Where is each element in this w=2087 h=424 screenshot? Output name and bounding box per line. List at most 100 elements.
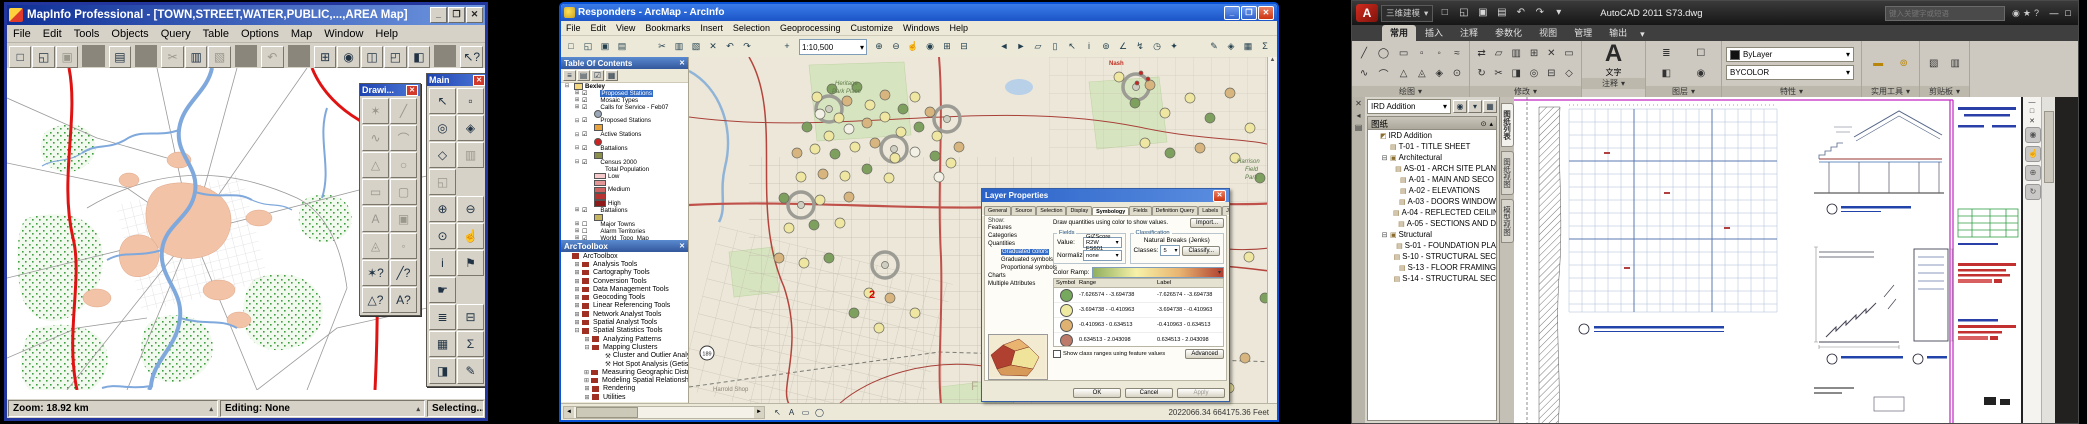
polyline-tool-icon[interactable]: ∿ bbox=[362, 125, 389, 151]
minimize-button[interactable]: _ bbox=[430, 7, 447, 23]
qat-undo-icon[interactable]: ↶ bbox=[1512, 5, 1529, 21]
hatch-tool-icon[interactable]: ▫ bbox=[1420, 48, 1424, 59]
dialog-tab[interactable]: Fields bbox=[1129, 206, 1151, 215]
toc-layer-row[interactable]: ⊞ ☑ Proposed Stations bbox=[561, 90, 688, 97]
expander-icon[interactable]: ⊟ bbox=[564, 83, 570, 89]
select-features-icon[interactable]: ▱ bbox=[1030, 38, 1046, 54]
spline-tool-icon[interactable]: ≈ bbox=[1454, 48, 1460, 59]
polygon-tool-icon[interactable]: △ bbox=[1400, 68, 1408, 79]
undo-icon[interactable]: ↶ bbox=[722, 38, 738, 54]
save-icon[interactable]: ▣ bbox=[597, 38, 613, 54]
favorites-icon[interactable]: ★ bbox=[2023, 8, 2031, 19]
object-color-combo[interactable]: ByLayer ▾ bbox=[1726, 47, 1854, 62]
drawing-vertical-scrollbar[interactable] bbox=[2041, 97, 2056, 423]
snapping-icon[interactable]: ◈ bbox=[1223, 38, 1239, 54]
infocenter-search-input[interactable] bbox=[1885, 6, 2005, 21]
help-pointer-icon[interactable]: ↖? bbox=[460, 46, 482, 68]
toc-layer-row[interactable]: ⊟ ☑ Battalions bbox=[561, 145, 688, 152]
pan-icon[interactable]: ☝ bbox=[905, 38, 921, 54]
class-row[interactable]: -7.626574 - -3.694738 -7.626574 - -3.694… bbox=[1054, 288, 1223, 303]
line-tool-icon[interactable]: ╱ bbox=[390, 98, 417, 124]
toolbox-item[interactable]: ⊞ Analyzing Patterns bbox=[561, 335, 688, 343]
draw-rectangle-icon[interactable]: ▭ bbox=[799, 406, 812, 418]
ruler-icon[interactable]: ⊟ bbox=[457, 304, 484, 330]
toolbar-button[interactable] bbox=[82, 45, 104, 67]
draw-select-icon[interactable]: ↖ bbox=[771, 406, 784, 418]
expander-icon[interactable]: ⊞ bbox=[574, 319, 580, 326]
drawing-sheet[interactable] bbox=[1514, 97, 2021, 424]
class-row[interactable]: 0.634513 - 2.043098 0.634513 - 2.043098 bbox=[1054, 333, 1223, 347]
scroll-right-icon[interactable]: ► bbox=[754, 407, 764, 418]
qat-save-icon[interactable]: ▣ bbox=[1474, 5, 1491, 21]
minimize-button[interactable]: — bbox=[2048, 8, 2060, 18]
zoom-icon[interactable]: ⊕ bbox=[2025, 165, 2041, 181]
ribbon-tab[interactable]: 视图 bbox=[1531, 25, 1565, 41]
palette-tab[interactable]: 模型视图 bbox=[1501, 199, 1514, 243]
new-grapher-icon[interactable]: ◫ bbox=[361, 46, 383, 68]
expander-icon[interactable]: ⊞ bbox=[574, 278, 580, 285]
toc-layer-row[interactable] bbox=[561, 179, 688, 186]
advanced-button[interactable]: Advanced bbox=[1185, 349, 1224, 359]
symbol-tool-icon[interactable]: ✶ bbox=[362, 98, 389, 124]
set-target-district-icon[interactable]: ◨ bbox=[429, 358, 456, 384]
horizontal-scrollbar[interactable]: ◄ ► bbox=[563, 406, 765, 419]
dialog-titlebar[interactable]: Layer Properties ✕ bbox=[982, 189, 1229, 202]
expander-icon[interactable]: ⊟ bbox=[584, 344, 590, 351]
dialog-tab[interactable]: Definition Query bbox=[1152, 206, 1199, 215]
undo-icon[interactable]: ↶ bbox=[261, 46, 283, 68]
toolbox-item[interactable]: ⚒ Cluster and Outlier Analysis (Anseli..… bbox=[561, 352, 688, 360]
graph-select-icon[interactable]: ▥ bbox=[457, 142, 484, 168]
expander-icon[interactable]: ⊟ bbox=[1381, 231, 1388, 239]
drag-map-icon[interactable]: ☛ bbox=[429, 277, 456, 303]
expander-icon[interactable]: ⊞ bbox=[574, 90, 580, 96]
layer-visibility-checkbox[interactable]: ☑ bbox=[582, 159, 587, 166]
frame-tool-icon[interactable]: ▣ bbox=[390, 206, 417, 232]
ribbon-tab[interactable]: 注释 bbox=[1452, 25, 1486, 41]
revision-cloud-icon[interactable]: ◬ bbox=[1418, 68, 1426, 79]
qat-open-icon[interactable]: ◱ bbox=[1455, 5, 1472, 21]
toc-layer-row[interactable] bbox=[561, 111, 688, 118]
paste-icon[interactable]: ▧ bbox=[208, 46, 230, 68]
show-list-item[interactable]: Features bbox=[988, 224, 1050, 232]
identify-icon[interactable]: i bbox=[1081, 38, 1097, 54]
show-legend-icon[interactable]: ▦ bbox=[429, 331, 456, 357]
ssm-view-icon[interactable]: ▦ bbox=[1483, 100, 1497, 113]
value-field-combo[interactable]: GiZScore R2W FS601 ▾ bbox=[1083, 237, 1122, 248]
sheet-tree-item[interactable]: ▤ S-14 - STRUCTURAL SEC bbox=[1368, 273, 1496, 284]
rectangle-tool-icon[interactable]: ▭ bbox=[1399, 48, 1408, 59]
paste-icon[interactable]: ▧ bbox=[1929, 58, 1938, 69]
rotate-icon[interactable]: ↻ bbox=[1477, 68, 1485, 79]
dialog-tab[interactable]: Display bbox=[1066, 206, 1092, 215]
toolbox-item[interactable]: ⊞ Measuring Geographic Distributions bbox=[561, 368, 688, 376]
cut-icon[interactable]: ✂ bbox=[654, 38, 670, 54]
add-data-icon[interactable]: + bbox=[779, 38, 795, 54]
classify-button[interactable]: Classify... bbox=[1182, 246, 1220, 256]
select-elements-icon[interactable]: ↖ bbox=[1064, 38, 1080, 54]
circle-tool-icon[interactable]: ◯ bbox=[1378, 48, 1389, 59]
sheet-tree-item[interactable]: ▤ A-02 - ELEVATIONS bbox=[1368, 185, 1496, 196]
list-by-source-icon[interactable]: ▤ bbox=[577, 70, 590, 81]
minimize-button[interactable]: _ bbox=[1224, 6, 1240, 20]
toolbox-item[interactable]: ⊞ Analysis Tools bbox=[561, 260, 688, 268]
toolbar-button[interactable] bbox=[288, 45, 310, 67]
expander-icon[interactable]: ⊟ bbox=[574, 132, 580, 138]
classes-combo[interactable]: 5 ▾ bbox=[1160, 245, 1180, 256]
back-extent-icon[interactable]: ◄ bbox=[996, 38, 1012, 54]
sheet-tree-item[interactable]: ◩ IRD Addition bbox=[1368, 130, 1496, 141]
toolbox-item[interactable]: ⊞ Conversion Tools bbox=[561, 277, 688, 285]
selecting-status[interactable]: Selecting... bbox=[427, 400, 484, 417]
sheet-tree-item[interactable]: ▤ S-13 - FLOOR FRAMING bbox=[1368, 262, 1496, 273]
cut-icon[interactable]: ✂ bbox=[161, 46, 183, 68]
doc-close-button[interactable]: ✕ bbox=[2029, 117, 2035, 125]
palette-tab[interactable]: 图纸列表 bbox=[1501, 103, 1514, 147]
ribbon-tab[interactable]: 常用 bbox=[1382, 25, 1416, 41]
sheet-tree-item[interactable]: ▤ AS-01 - ARCH SITE PLAN bbox=[1368, 163, 1496, 174]
new-redistricter-icon[interactable]: ◧ bbox=[408, 46, 430, 68]
class-row[interactable]: -0.410963 - 0.634513 -0.410963 - 0.63451… bbox=[1054, 318, 1223, 333]
palette-properties-icon[interactable]: ▤ bbox=[1355, 123, 1363, 132]
arcmap-titlebar[interactable]: Responders - ArcMap - ArcInfo _ ❐ ✕ bbox=[561, 4, 1277, 21]
expander-icon[interactable]: ⊟ bbox=[1381, 154, 1388, 162]
measure-distance-icon[interactable]: ▬ bbox=[1873, 58, 1883, 69]
close-button[interactable]: ✕ bbox=[466, 7, 483, 23]
menu-item[interactable]: Help bbox=[945, 23, 974, 33]
